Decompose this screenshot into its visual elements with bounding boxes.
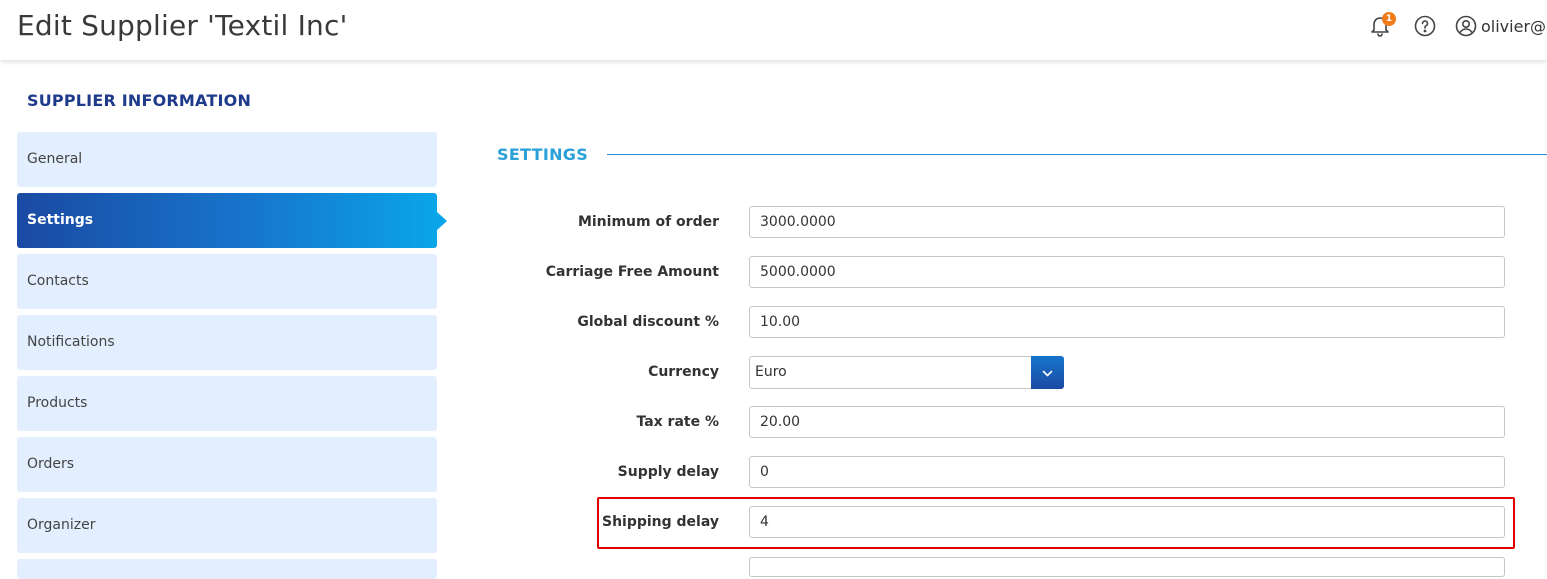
currency-value: Euro xyxy=(755,364,787,380)
shipping-delay-label: Shipping delay xyxy=(601,514,719,530)
page-title: Edit Supplier 'Textil Inc' xyxy=(17,9,348,42)
settings-title: SETTINGS xyxy=(497,145,589,164)
shipping-delay-input[interactable] xyxy=(749,506,1505,538)
top-bar: Edit Supplier 'Textil Inc' 1 olivier@l xyxy=(0,0,1547,60)
sidebar-item-orders[interactable]: Orders xyxy=(17,437,437,492)
sidebar-item-label: Products xyxy=(27,395,88,411)
sidebar-item-contacts[interactable]: Contacts xyxy=(17,254,437,309)
min-order-label: Minimum of order xyxy=(577,214,719,230)
sidebar-item-label: Orders xyxy=(27,456,75,472)
sidebar-item-label: Notifications xyxy=(27,334,115,350)
tax-rate-input[interactable] xyxy=(749,406,1505,438)
sidebar-item-notifications[interactable]: Notifications xyxy=(17,315,437,370)
sidebar-item-partial[interactable] xyxy=(17,559,437,579)
sidebar-item-products[interactable]: Products xyxy=(17,376,437,431)
supply-delay-label: Supply delay xyxy=(617,464,719,480)
help-icon[interactable] xyxy=(1413,14,1437,38)
sidebar-item-label: Organizer xyxy=(27,517,96,533)
currency-label: Currency xyxy=(648,364,719,380)
sidebar-item-label: Settings xyxy=(27,212,94,228)
user-email[interactable]: olivier@l xyxy=(1481,17,1547,36)
min-order-input[interactable] xyxy=(749,206,1505,238)
sidebar-item-general[interactable]: General xyxy=(17,132,437,187)
partial-field[interactable] xyxy=(749,557,1505,577)
supplier-info-title: SUPPLIER INFORMATION xyxy=(27,91,252,110)
tax-rate-label: Tax rate % xyxy=(636,414,719,430)
currency-select[interactable]: Euro xyxy=(749,356,1064,389)
sidebar-item-label: Contacts xyxy=(27,273,89,289)
carriage-free-label: Carriage Free Amount xyxy=(545,264,719,280)
user-icon[interactable] xyxy=(1454,14,1478,38)
global-discount-label: Global discount % xyxy=(577,314,719,330)
chevron-down-icon xyxy=(1042,370,1053,377)
global-discount-input[interactable] xyxy=(749,306,1505,338)
sidebar-item-label: General xyxy=(27,151,83,167)
sidebar-item-settings[interactable]: Settings xyxy=(17,193,437,248)
active-item-arrow xyxy=(437,212,447,230)
sidebar-item-organizer[interactable]: Organizer xyxy=(17,498,437,553)
supply-delay-input[interactable] xyxy=(749,456,1505,488)
notification-badge: 1 xyxy=(1382,12,1396,26)
carriage-free-input[interactable] xyxy=(749,256,1505,288)
dropdown-button[interactable] xyxy=(1031,356,1064,389)
settings-divider xyxy=(607,154,1547,155)
